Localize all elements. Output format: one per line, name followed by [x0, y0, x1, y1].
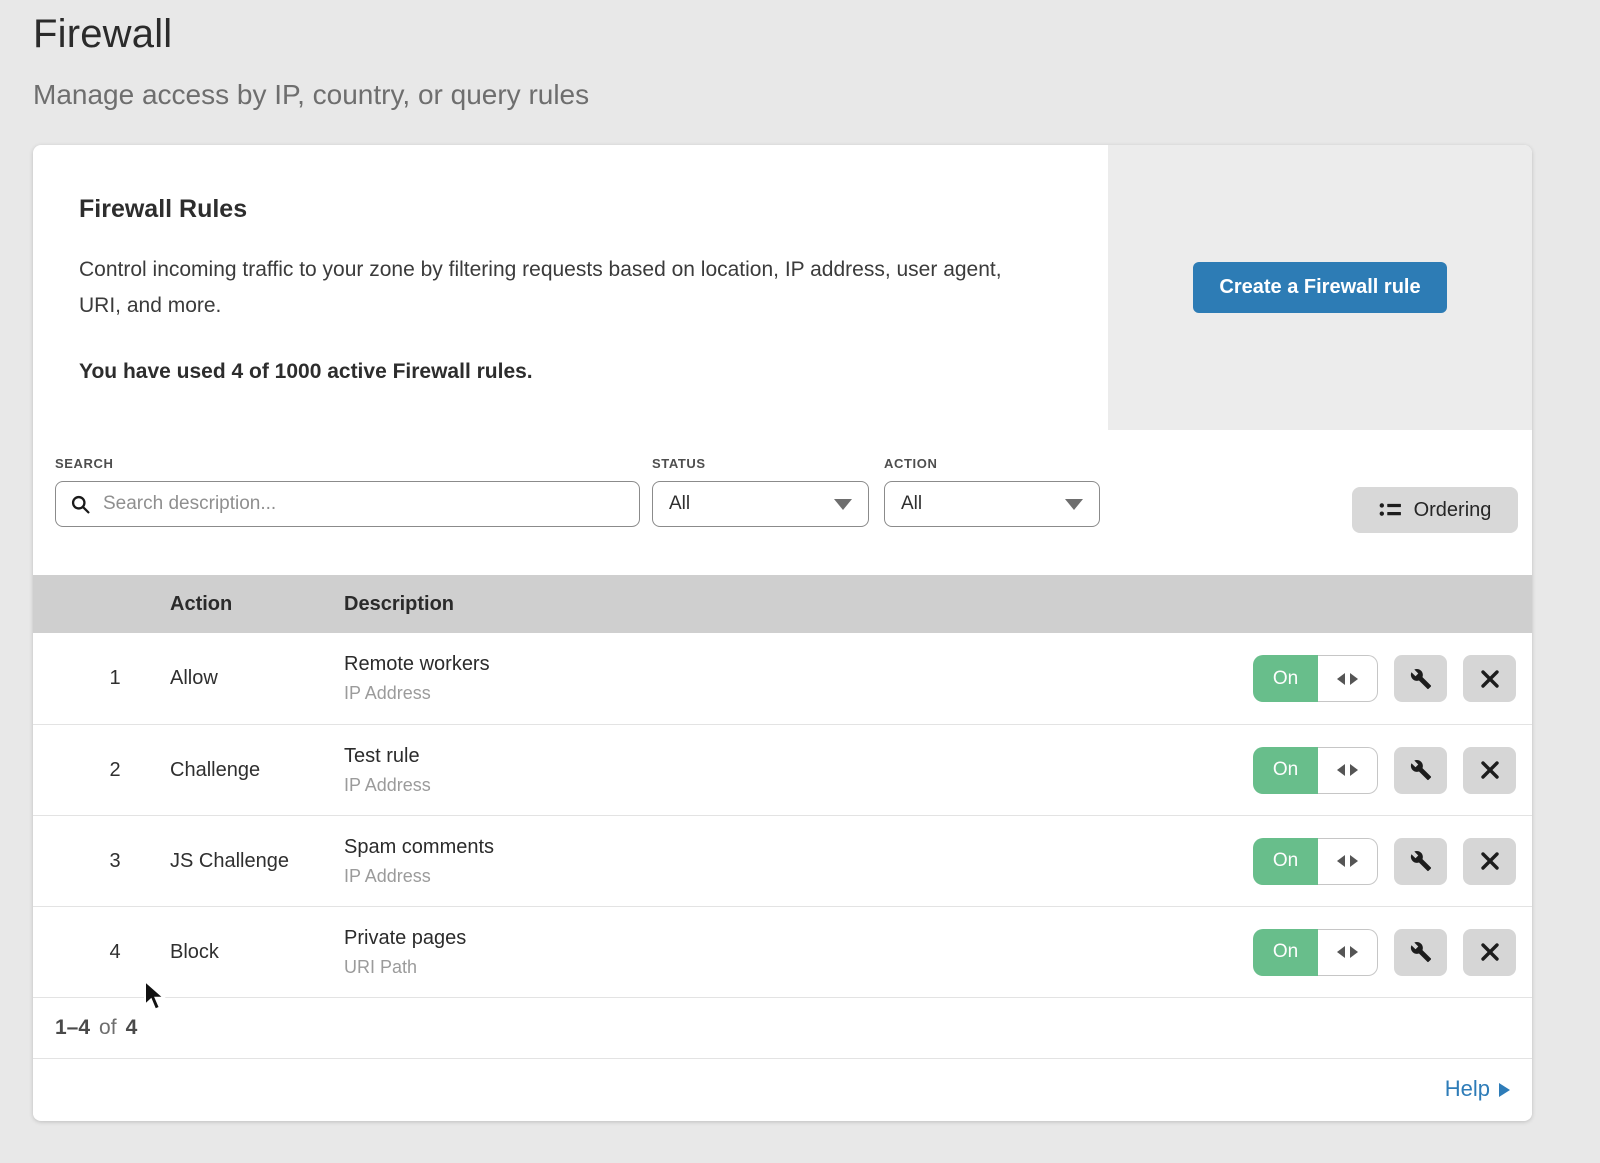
edit-rule-button[interactable] — [1394, 929, 1447, 976]
create-firewall-rule-button[interactable]: Create a Firewall rule — [1193, 262, 1446, 313]
edit-rule-button[interactable] — [1394, 838, 1447, 885]
close-icon — [1480, 942, 1500, 962]
rule-controls: On — [1253, 747, 1532, 794]
chevron-down-icon — [1065, 499, 1083, 510]
delete-rule-button[interactable] — [1463, 747, 1516, 794]
card-title: Firewall Rules — [79, 195, 1108, 224]
pagination-total: 4 — [126, 1016, 138, 1040]
table-row: 3 JS Challenge Spam comments IP Address … — [33, 815, 1532, 906]
rule-match-type: IP Address — [344, 866, 1253, 887]
rule-priority: 1 — [33, 667, 170, 690]
rule-controls: On — [1253, 929, 1532, 976]
card-footer: Help — [33, 1058, 1532, 1119]
table-row: 1 Allow Remote workers IP Address On — [33, 633, 1532, 724]
page-subtitle: Manage access by IP, country, or query r… — [33, 79, 589, 111]
rule-description-cell: Private pages URI Path — [344, 927, 1253, 978]
pagination-range: 1–4 — [55, 1016, 90, 1040]
pagination-bar: 1–4 of 4 — [33, 997, 1532, 1058]
status-filter-group: STATUS All — [652, 456, 869, 527]
rule-action: Allow — [170, 667, 344, 690]
action-select-value: All — [901, 493, 922, 515]
toggle-on-label: On — [1253, 655, 1318, 702]
search-filter-group: SEARCH — [55, 456, 640, 527]
rule-description-cell: Spam comments IP Address — [344, 836, 1253, 887]
ordering-button[interactable]: Ordering — [1352, 487, 1518, 533]
status-label: STATUS — [652, 456, 869, 471]
rule-toggle[interactable]: On — [1253, 929, 1378, 976]
rule-description: Remote workers — [344, 653, 1253, 676]
table-header: Action Description — [33, 575, 1532, 633]
rule-description: Private pages — [344, 927, 1253, 950]
column-header-action: Action — [170, 593, 344, 616]
drag-handle-icon[interactable] — [1318, 838, 1378, 885]
wrench-icon — [1410, 941, 1432, 963]
action-select[interactable]: All — [884, 481, 1100, 527]
drag-handle-icon[interactable] — [1318, 655, 1378, 702]
card-description: Control incoming traffic to your zone by… — [79, 252, 1029, 324]
table-row: 4 Block Private pages URI Path On — [33, 906, 1532, 997]
rule-description: Spam comments — [344, 836, 1253, 859]
close-icon — [1480, 760, 1500, 780]
ordering-list-icon — [1379, 500, 1401, 520]
help-link-label: Help — [1445, 1076, 1490, 1102]
create-rule-panel: Create a Firewall rule — [1108, 145, 1532, 430]
delete-rule-button[interactable] — [1463, 929, 1516, 976]
firewall-rules-card: Firewall Rules Control incoming traffic … — [33, 145, 1532, 1121]
rule-toggle[interactable]: On — [1253, 838, 1378, 885]
rule-controls: On — [1253, 838, 1532, 885]
close-icon — [1480, 669, 1500, 689]
drag-handle-icon[interactable] — [1318, 929, 1378, 976]
rule-match-type: IP Address — [344, 683, 1253, 704]
search-box — [55, 481, 640, 527]
search-label: SEARCH — [55, 456, 640, 471]
rule-action: Block — [170, 941, 344, 964]
page-header: Firewall Manage access by IP, country, o… — [33, 12, 589, 111]
search-input[interactable] — [103, 493, 625, 515]
close-icon — [1480, 851, 1500, 871]
action-filter-group: ACTION All — [884, 456, 1100, 527]
status-select[interactable]: All — [652, 481, 869, 527]
card-top-section: Firewall Rules Control incoming traffic … — [33, 145, 1532, 430]
help-arrow-icon — [1499, 1083, 1510, 1097]
rule-action: JS Challenge — [170, 850, 344, 873]
toggle-on-label: On — [1253, 929, 1318, 976]
rule-action: Challenge — [170, 759, 344, 782]
action-label: ACTION — [884, 456, 1100, 471]
help-link[interactable]: Help — [1445, 1076, 1510, 1102]
wrench-icon — [1410, 668, 1432, 690]
rule-description-cell: Remote workers IP Address — [344, 653, 1253, 704]
toggle-on-label: On — [1253, 747, 1318, 794]
page-title: Firewall — [33, 12, 589, 57]
delete-rule-button[interactable] — [1463, 655, 1516, 702]
edit-rule-button[interactable] — [1394, 655, 1447, 702]
rule-description: Test rule — [344, 745, 1253, 768]
toggle-on-label: On — [1253, 838, 1318, 885]
column-header-description: Description — [344, 593, 454, 616]
rule-toggle[interactable]: On — [1253, 747, 1378, 794]
rule-priority: 4 — [33, 941, 170, 964]
rule-match-type: IP Address — [344, 775, 1253, 796]
rules-usage-text: You have used 4 of 1000 active Firewall … — [79, 360, 1108, 384]
rule-description-cell: Test rule IP Address — [344, 745, 1253, 796]
wrench-icon — [1410, 850, 1432, 872]
rule-toggle[interactable]: On — [1253, 655, 1378, 702]
search-icon — [70, 494, 91, 515]
filters-bar: SEARCH STATUS All ACTION — [33, 430, 1532, 575]
edit-rule-button[interactable] — [1394, 747, 1447, 794]
table-row: 2 Challenge Test rule IP Address On — [33, 724, 1532, 815]
delete-rule-button[interactable] — [1463, 838, 1516, 885]
status-select-value: All — [669, 493, 690, 515]
wrench-icon — [1410, 759, 1432, 781]
rule-controls: On — [1253, 655, 1532, 702]
ordering-button-label: Ordering — [1414, 499, 1492, 522]
pagination-of: of — [99, 1016, 117, 1040]
chevron-down-icon — [834, 499, 852, 510]
firewall-page: Firewall Manage access by IP, country, o… — [0, 0, 1600, 1163]
rule-match-type: URI Path — [344, 957, 1253, 978]
rule-priority: 3 — [33, 850, 170, 873]
drag-handle-icon[interactable] — [1318, 747, 1378, 794]
rule-priority: 2 — [33, 759, 170, 782]
card-intro: Firewall Rules Control incoming traffic … — [33, 145, 1108, 430]
